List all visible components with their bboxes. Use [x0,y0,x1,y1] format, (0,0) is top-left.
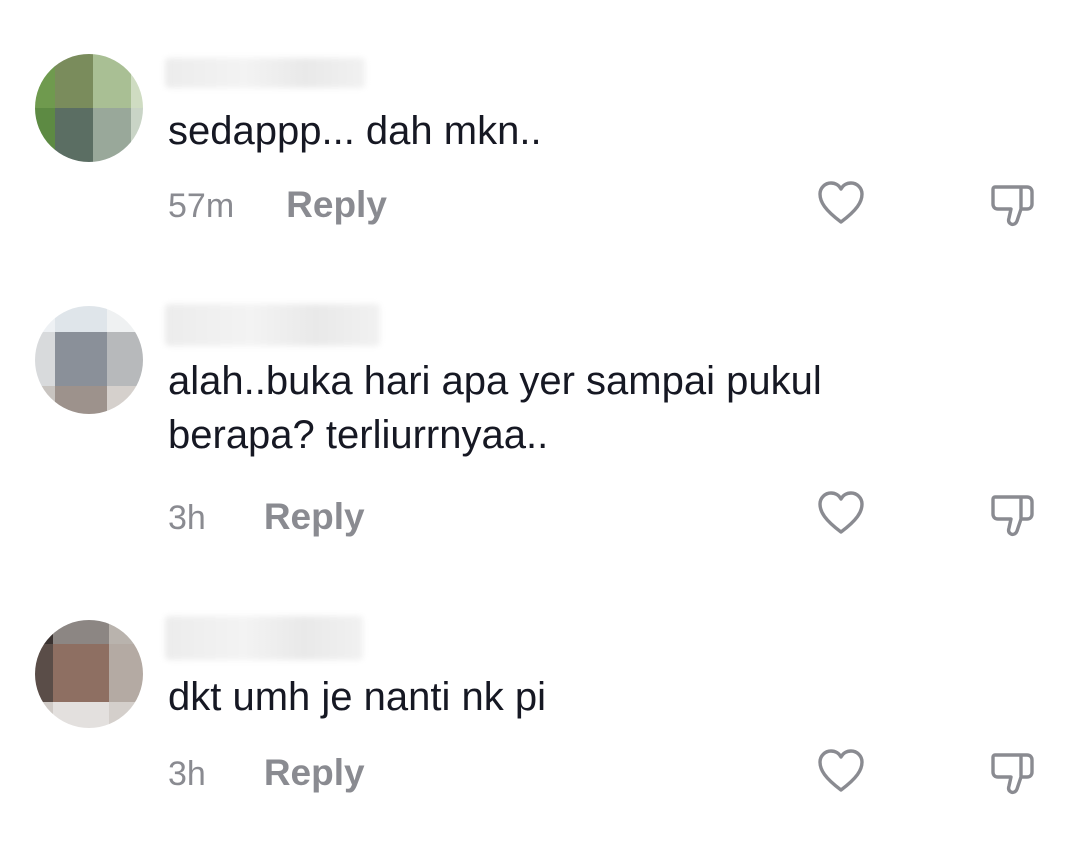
comment-text: alah..buka hari apa yer sampai pukul ber… [168,354,822,462]
timestamp: 3h [168,755,206,793]
reply-button[interactable]: Reply [264,496,365,538]
comment-text-line: berapa? terliurrnyaa.. [168,413,549,457]
comment-text: sedappp... dah mkn.. [168,109,542,153]
comment-meta: 57m Reply [168,184,387,226]
timestamp: 57m [168,187,235,225]
timestamp: 3h [168,499,206,537]
comment-text-line: alah..buka hari apa yer sampai pukul [168,359,822,403]
username-redacted[interactable] [165,616,363,660]
comment-meta: 3h Reply [168,752,365,794]
heart-icon[interactable] [815,178,867,230]
username-redacted[interactable] [165,304,380,346]
reply-button[interactable]: Reply [264,752,365,794]
thumbs-down-icon[interactable] [988,488,1040,540]
comment-meta: 3h Reply [168,496,365,538]
heart-icon[interactable] [815,488,867,540]
comment-text: dkt umh je nanti nk pi [168,675,546,719]
thumbs-down-icon[interactable] [988,178,1040,230]
avatar[interactable] [35,306,143,414]
heart-icon[interactable] [815,746,867,798]
avatar[interactable] [35,620,143,728]
avatar[interactable] [35,54,143,162]
thumbs-down-icon[interactable] [988,746,1040,798]
username-redacted[interactable] [165,58,365,88]
reply-button[interactable]: Reply [286,184,387,226]
